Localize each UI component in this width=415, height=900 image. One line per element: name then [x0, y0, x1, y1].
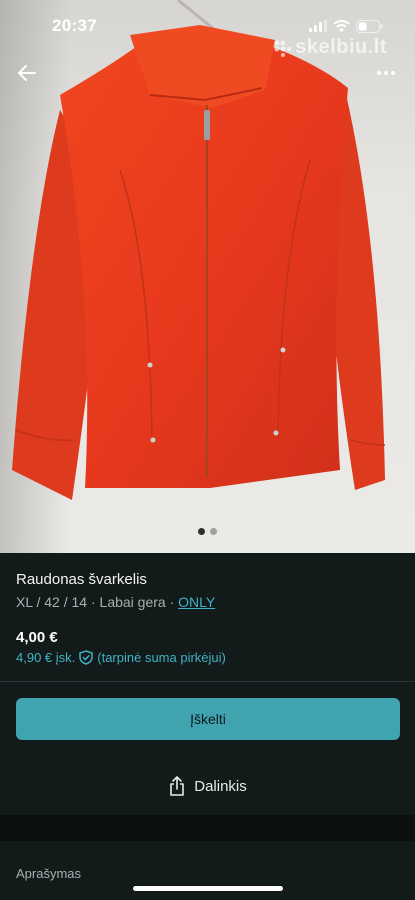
price-incl-note: (tarpinė suma pirkėjui)	[97, 650, 226, 665]
share-icon	[170, 776, 185, 796]
price-with-protection[interactable]: 4,90 € įsk. (tarpinė suma pirkėjui)	[16, 650, 226, 665]
battery-icon	[356, 19, 383, 33]
arrow-left-icon	[18, 65, 36, 81]
watermark: skelbiu.lt	[273, 36, 387, 59]
description-heading: Aprašymas	[16, 866, 82, 881]
item-price: 4,00 €	[16, 629, 58, 646]
status-icons	[309, 19, 383, 33]
item-meta: XL / 42 / 14 · Labai gera · ONLY	[16, 594, 215, 610]
share-label: Dalinkis	[194, 777, 247, 795]
home-indicator[interactable]	[133, 886, 283, 891]
gallery-dot-active[interactable]	[198, 528, 205, 535]
watermark-logo-icon	[274, 40, 292, 57]
watermark-text: skelbiu.lt	[295, 36, 387, 58]
section-separator	[0, 815, 415, 841]
more-options-button[interactable]	[371, 58, 401, 88]
status-time: 20:37	[52, 16, 97, 35]
more-dots-icon	[377, 71, 395, 75]
cellular-signal-icon	[309, 20, 327, 32]
price-incl-amount: 4,90 € įsk.	[16, 650, 76, 665]
product-photo[interactable]: 20:37 skelbiu.lt	[0, 0, 415, 553]
wifi-icon	[333, 20, 350, 32]
back-button[interactable]	[12, 58, 42, 88]
item-meta-text: XL / 42 / 14 · Labai gera ·	[16, 594, 179, 610]
brand-link[interactable]: ONLY	[178, 594, 215, 610]
gallery-dot[interactable]	[210, 528, 217, 535]
jacket-image	[12, 0, 386, 500]
item-title: Raudonas švarkelis	[16, 571, 147, 588]
buy-button[interactable]: Įškelti	[16, 698, 400, 740]
share-button[interactable]: Dalinkis	[0, 772, 415, 800]
shield-check-icon	[79, 650, 94, 665]
divider	[0, 681, 415, 682]
gallery-indicator	[0, 528, 415, 535]
